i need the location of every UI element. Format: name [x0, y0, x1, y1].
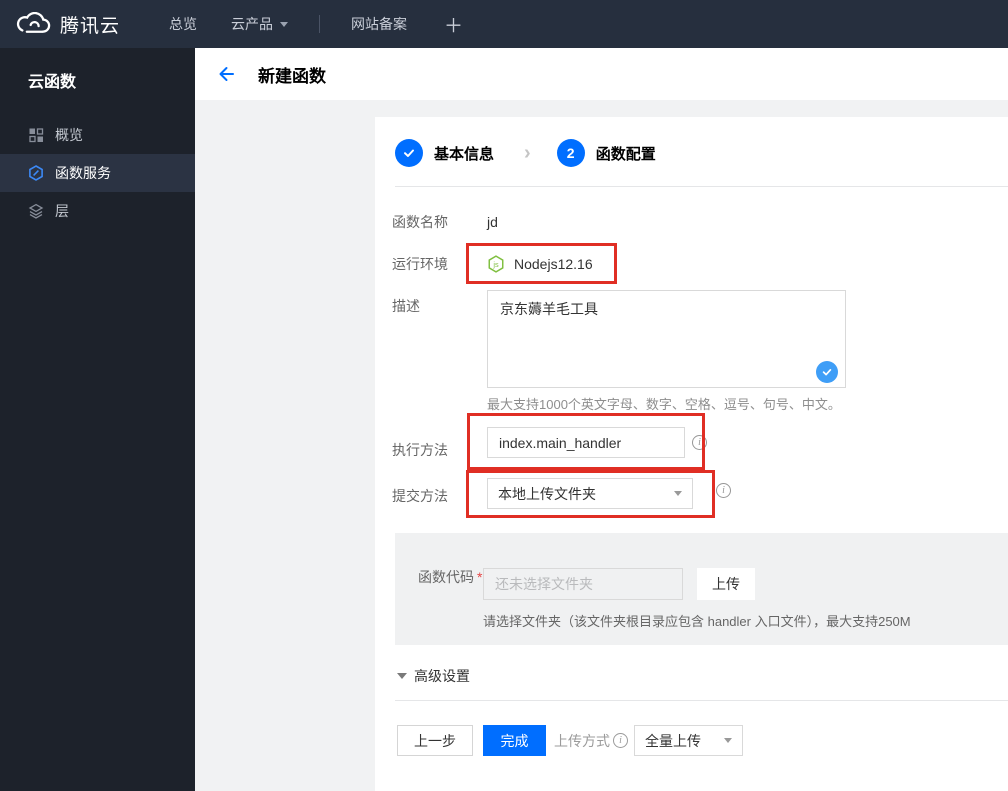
chevron-down-icon: [280, 21, 289, 27]
upload-mode-label-wrap: 上传方式 i: [554, 731, 628, 751]
nav-divider: [319, 15, 321, 33]
runtime-label: 运行环境: [392, 256, 448, 272]
layers-icon: [28, 203, 44, 219]
handler-input[interactable]: [487, 427, 685, 458]
finish-button[interactable]: 完成: [483, 725, 546, 756]
triangle-down-icon: [397, 673, 407, 679]
cloud-logo-icon: [14, 11, 52, 37]
scf-hexagon-icon: [28, 165, 44, 181]
function-name-value: jd: [487, 214, 498, 230]
runtime-value: Nodejs12.16: [514, 255, 593, 272]
upload-mode-label: 上传方式: [554, 732, 610, 749]
handler-label: 执行方法: [392, 442, 448, 458]
folder-path-input: [483, 568, 683, 600]
add-tab-icon[interactable]: ＋: [444, 11, 463, 38]
sidebar-item-overview[interactable]: 概览: [0, 116, 195, 154]
nav-item-overview[interactable]: 总览: [169, 14, 197, 34]
submit-method-select[interactable]: 本地上传文件夹: [487, 478, 693, 509]
footer-actions: 上一步 完成 上传方式 i 全量上传: [397, 725, 743, 756]
sidebar-item-label: 函数服务: [55, 165, 111, 181]
sidebar-item-layers[interactable]: 层: [0, 192, 195, 230]
top-menu: 总览 云产品 网站备案 ＋: [152, 11, 463, 38]
required-asterisk: *: [477, 569, 483, 585]
nav-item-cloud-products[interactable]: 云产品: [231, 14, 289, 34]
submit-method-value: 本地上传文件夹: [498, 485, 596, 502]
content-header: 新建函数: [195, 48, 1008, 100]
sidebar-item-label: 概览: [55, 127, 83, 143]
nodejs-icon: js: [487, 254, 505, 273]
function-name-label: 函数名称: [392, 214, 448, 230]
sidebar-title: 云函数: [28, 74, 77, 91]
description-textarea[interactable]: 京东薅羊毛工具: [487, 290, 846, 388]
footer-divider: [395, 700, 1008, 701]
function-code-label: 函数代码 *: [418, 569, 483, 585]
tencent-cloud-logo[interactable]: 腾讯云: [14, 11, 120, 38]
step-chevron-icon: ›: [524, 141, 531, 164]
valid-check-icon: [816, 361, 838, 383]
back-arrow-icon[interactable]: [216, 64, 236, 84]
upload-mode-info-icon[interactable]: i: [613, 733, 628, 748]
runtime-value-box: js Nodejs12.16: [466, 243, 617, 284]
page-title: 新建函数: [258, 66, 326, 86]
handler-info-icon[interactable]: i: [692, 435, 707, 450]
advanced-settings-toggle[interactable]: 高级设置: [397, 666, 470, 686]
chevron-down-icon: [724, 738, 732, 743]
description-label: 描述: [392, 298, 420, 314]
upload-button[interactable]: 上传: [697, 568, 755, 600]
step2-label: 函数配置: [595, 145, 656, 163]
create-function-card: 基本信息 › 2 函数配置 函数名称 jd 运行环境 js Nodejs12.1…: [375, 117, 1008, 791]
sidebar: 云函数 概览 函数服务 层: [0, 48, 195, 791]
submit-method-label: 提交方法: [392, 488, 448, 504]
svg-text:js: js: [492, 259, 499, 268]
chevron-down-icon: [674, 491, 682, 496]
previous-step-button[interactable]: 上一步: [397, 725, 473, 756]
function-code-section: 函数代码* 上传 请选择文件夹（该文件夹根目录应包含 handler 入口文件）…: [395, 533, 1008, 645]
sidebar-item-function-service[interactable]: 函数服务: [0, 154, 195, 192]
advanced-settings-label: 高级设置: [414, 668, 470, 684]
submit-method-info-icon[interactable]: i: [716, 483, 731, 498]
step2-number: 2: [556, 139, 585, 167]
sidebar-menu: 概览 函数服务 层: [0, 116, 195, 230]
step1-label: 基本信息: [434, 145, 495, 163]
brand-text: 腾讯云: [60, 15, 121, 37]
step-indicator: 基本信息 › 2 函数配置: [395, 139, 656, 167]
upload-mode-select[interactable]: 全量上传: [634, 725, 743, 756]
nav-item-icp-filing[interactable]: 网站备案: [351, 14, 407, 34]
grid-icon: [28, 127, 44, 143]
description-hint: 最大支持1000个英文字母、数字、空格、逗号、句号、中文。: [487, 397, 841, 412]
upload-mode-value: 全量上传: [645, 732, 701, 749]
step1-completed-icon: [395, 139, 423, 167]
sidebar-item-label: 层: [55, 203, 69, 219]
top-navbar: 腾讯云 总览 云产品 网站备案 ＋: [0, 0, 1008, 48]
function-code-hint: 请选择文件夹（该文件夹根目录应包含 handler 入口文件），最大支持250M: [483, 614, 911, 629]
steps-divider: [395, 186, 1008, 187]
